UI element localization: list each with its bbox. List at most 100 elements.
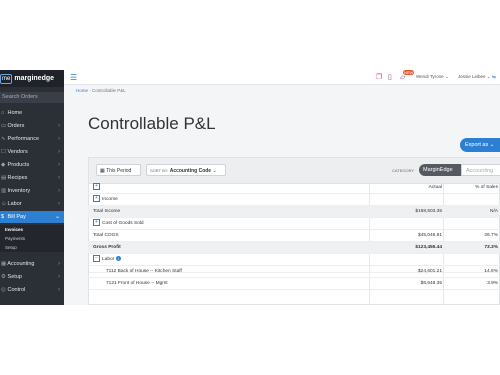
category-marginedge-toggle[interactable]: MarginEdge	[419, 164, 461, 176]
chevron-right-icon: ›	[58, 123, 60, 129]
chevron-right-icon: ›	[58, 287, 60, 293]
switch-icon[interactable]: ⇆	[492, 74, 496, 80]
collapse-icon[interactable]: −	[93, 255, 100, 263]
expand-icon[interactable]: +	[93, 219, 100, 227]
period-label: This Period	[106, 168, 132, 174]
accounting-icon: ▦	[1, 261, 7, 267]
sidebar-item-control[interactable]: ◎ Control ›	[0, 284, 64, 296]
row-label: Gross Profit	[93, 245, 121, 250]
chevron-down-icon: ⌄	[212, 168, 217, 174]
document-icon[interactable]: ▯	[388, 73, 392, 81]
search-placeholder: Search Orders	[2, 94, 38, 100]
table-row[interactable]: + Income	[88, 194, 500, 206]
chevron-down-icon: ⌄	[489, 142, 495, 148]
gear-icon: ⚙	[1, 274, 6, 280]
row-pct: 26.7%	[484, 233, 498, 238]
sidebar-item-label: Labor	[7, 201, 22, 207]
info-icon[interactable]: i	[116, 256, 122, 262]
sidebar-item-label: Recipes	[7, 175, 28, 181]
sidebar-item-setup[interactable]: ⚙ Setup ›	[0, 271, 64, 283]
products-icon: ◆	[1, 162, 6, 168]
sidebar-item-label: Orders	[7, 123, 25, 129]
new-badge: NEW	[403, 70, 415, 75]
period-picker[interactable]: ▦ This Period	[96, 164, 141, 176]
app-frame: me marginedge Search Orders ⌂ Home ▭ Orde…	[0, 70, 500, 305]
row-label: Labor	[102, 257, 115, 262]
sidebar-item-labor[interactable]: ☺ Labor ›	[0, 198, 64, 210]
sidebar-item-bill-pay[interactable]: $ Bill Pay ⌄	[0, 211, 64, 223]
sidebar-item-label: Vendors	[7, 149, 28, 155]
sidebar-item-recipes[interactable]: ▤ Recipes ›	[0, 172, 64, 184]
row-pct: N/A	[490, 209, 498, 214]
table-row[interactable]: 7121 Front of House -- Mgmt $6,648.35 3.…	[88, 278, 500, 290]
page-title: Controllable P&L	[88, 114, 216, 133]
export-button[interactable]: Export as ⌄	[460, 138, 500, 152]
search-orders-input[interactable]: Search Orders	[0, 92, 64, 103]
sidebar: me marginedge Search Orders ⌂ Home ▭ Orde…	[0, 70, 64, 305]
orders-icon: ▭	[1, 123, 7, 129]
row-pct: 73.3%	[484, 245, 498, 250]
category-accounting-toggle[interactable]: Accounting	[461, 164, 500, 176]
logo[interactable]: me marginedge	[0, 70, 64, 87]
header-actual[interactable]: Actual	[429, 182, 442, 194]
user-name: Wendi Tyrone	[416, 74, 444, 79]
table-row: Gross Profit $123,456.44 73.3%	[88, 242, 500, 254]
vendors-icon: ☐	[1, 149, 6, 155]
breadcrumb: Home › Controllable P&L	[76, 88, 126, 93]
breadcrumb-current: Controllable P&L	[92, 88, 126, 93]
location-name: Jessie Leibee	[458, 74, 486, 79]
sidebar-subitem-invoices[interactable]: Invoices	[0, 225, 64, 234]
sidebar-item-accounting[interactable]: ▦ Accounting ›	[0, 258, 64, 270]
hamburger-menu-icon[interactable]: ☰	[70, 73, 77, 82]
sidebar-subitem-setup[interactable]: Setup	[0, 243, 64, 252]
sidebar-item-label: Inventory	[7, 188, 31, 194]
row-label: Cost of Goods Sold	[102, 221, 144, 226]
location-menu[interactable]: Jessie Leibee ⌄	[458, 74, 491, 80]
chevron-right-icon: ›	[58, 149, 60, 155]
inventory-icon: ▥	[1, 188, 7, 194]
control-icon: ◎	[1, 287, 6, 293]
row-actual: $6,648.35	[420, 281, 442, 286]
sidebar-item-label: Performance	[7, 136, 40, 142]
sidebar-item-label: Setup	[7, 274, 22, 280]
pnl-table: + Actual % of Sales + Income Total Income…	[88, 182, 500, 305]
row-pct: 14.6%	[484, 269, 498, 274]
table-row[interactable]: + Cost of Goods Sold	[88, 218, 500, 230]
dollar-icon: $	[1, 214, 5, 220]
row-actual: $168,503.35	[415, 209, 442, 214]
sidebar-item-performance[interactable]: ∿ Performance ›	[0, 133, 64, 145]
breadcrumb-home[interactable]: Home	[76, 88, 88, 93]
performance-icon: ∿	[1, 136, 6, 142]
chevron-down-icon: ⌄	[54, 214, 60, 220]
category-label: CATEGORY	[392, 168, 415, 173]
logo-name: marginedge	[14, 75, 55, 82]
row-actual: $45,046.91	[417, 233, 442, 238]
chevron-right-icon: ›	[58, 162, 60, 168]
sidebar-item-products[interactable]: ◆ Products ›	[0, 159, 64, 171]
export-label: Export as	[465, 142, 489, 148]
sidebar-item-label: Control	[7, 287, 26, 293]
table-row[interactable]: − Labor i	[88, 254, 500, 266]
top-bar: ☰ ❐ ▯ ▱ NEW Wendi Tyrone ⌄ Jessie Leibee…	[64, 70, 500, 85]
expand-icon[interactable]: +	[93, 195, 100, 203]
recipes-icon: ▤	[1, 175, 7, 181]
logo-mark: me	[0, 74, 13, 84]
user-menu[interactable]: Wendi Tyrone ⌄	[416, 74, 449, 80]
table-row[interactable]: 7112 Back of House -- Kitchen Staff $24,…	[88, 266, 500, 278]
sidebar-item-home[interactable]: ⌂ Home	[0, 107, 64, 119]
sidebar-item-vendors[interactable]: ☐ Vendors ›	[0, 146, 64, 158]
sidebar-subitem-payments[interactable]: Payments	[0, 234, 64, 243]
sidebar-item-inventory[interactable]: ▥ Inventory ›	[0, 185, 64, 197]
expand-all-icon[interactable]: +	[93, 182, 102, 194]
row-pct: 3.9%	[487, 281, 498, 286]
sort-by-select[interactable]: SORT BY: Accounting Code ⌄	[146, 164, 226, 176]
sidebar-item-orders[interactable]: ▭ Orders ›	[0, 120, 64, 132]
table-row: Total COGS $45,046.91 26.7%	[88, 230, 500, 242]
row-actual: $24,601.21	[417, 269, 442, 274]
sidebar-item-label: Accounting	[7, 261, 35, 267]
chevron-right-icon: ›	[58, 188, 60, 194]
chevron-right-icon: ›	[58, 201, 60, 207]
row-actual: $123,456.44	[415, 245, 442, 250]
header-pct-of-sales[interactable]: % of Sales	[475, 182, 498, 194]
copy-icon[interactable]: ❐	[376, 73, 382, 81]
